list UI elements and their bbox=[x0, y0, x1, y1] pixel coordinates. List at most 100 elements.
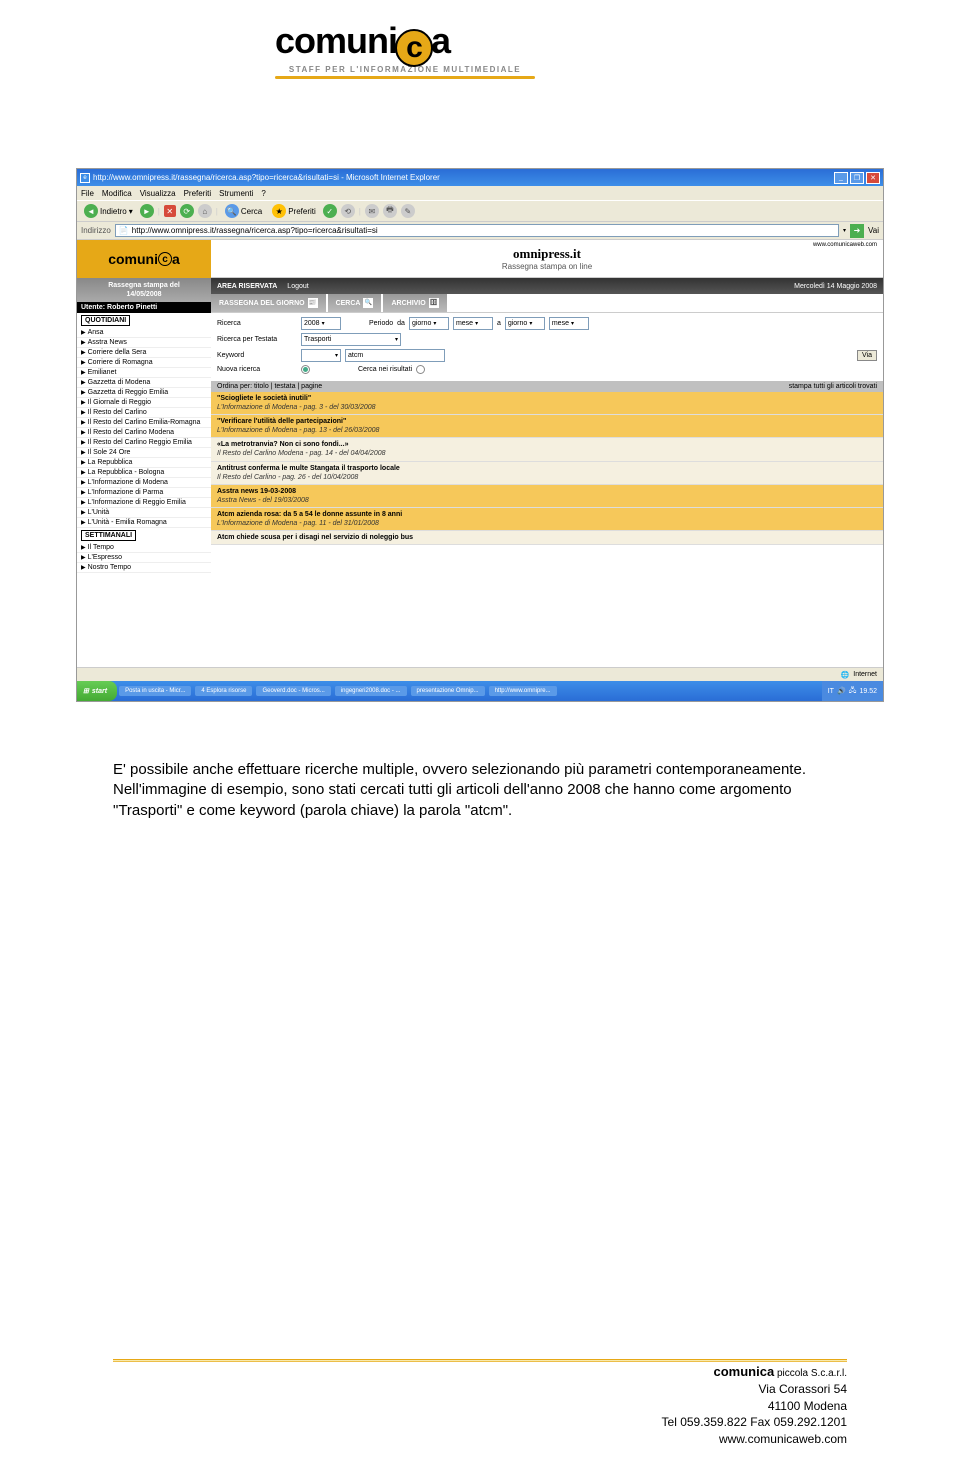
forward-icon[interactable]: ► bbox=[140, 204, 154, 218]
lang-indicator[interactable]: IT bbox=[828, 688, 834, 695]
result-row[interactable]: Atcm azienda rosa: da 5 a 54 le donne as… bbox=[211, 508, 883, 531]
stampa-link[interactable]: stampa tutti gli articoli trovati bbox=[789, 383, 877, 390]
select-keyword-mode[interactable]: ▾ bbox=[301, 349, 341, 362]
mail-icon[interactable]: ✉ bbox=[365, 204, 379, 218]
select-anno[interactable]: 2008▾ bbox=[301, 317, 341, 330]
triangle-icon: ▶ bbox=[81, 329, 86, 336]
sidebar-item[interactable]: ▶ Corriere della Sera bbox=[77, 348, 211, 358]
triangle-icon: ▶ bbox=[81, 429, 86, 436]
logo-left: comuni bbox=[275, 20, 397, 61]
sidebar-item[interactable]: ▶ Il Resto del Carlino Reggio Emilia bbox=[77, 438, 211, 448]
history-icon[interactable]: ⟲ bbox=[341, 204, 355, 218]
radio-nuova[interactable] bbox=[301, 365, 310, 374]
result-row[interactable]: «La metrotranvia? Non ci sono fondi...»I… bbox=[211, 438, 883, 461]
sidebar-item[interactable]: ▶ Il Resto del Carlino Emilia-Romagna bbox=[77, 418, 211, 428]
maximize-button[interactable]: ❐ bbox=[850, 172, 864, 184]
taskbar-item[interactable]: 4 Esplora risorse bbox=[195, 686, 252, 696]
category-quotidiani[interactable]: QUOTIDIANI bbox=[81, 315, 130, 326]
taskbar-item[interactable]: ingegneri2008.doc - ... bbox=[335, 686, 407, 696]
para-line2: Nell'immagine di esempio, sono stati cer… bbox=[113, 781, 792, 818]
taskbar-item[interactable]: Geoverd.doc - Micros... bbox=[256, 686, 330, 696]
back-button[interactable]: ◄Indietro ▾ bbox=[81, 203, 136, 219]
sidebar-item[interactable]: ▶ Il Giornale di Reggio bbox=[77, 398, 211, 408]
edit-icon[interactable]: ✎ bbox=[401, 204, 415, 218]
taskbar-item[interactable]: Posta in uscita - Micr... bbox=[119, 686, 191, 696]
systray: IT 🔊 🖧 19.52 bbox=[822, 681, 883, 701]
ordina-label[interactable]: Ordina per: titolo | testata | pagine bbox=[217, 383, 322, 390]
select-testata[interactable]: Trasporti▾ bbox=[301, 333, 401, 346]
sidebar-item[interactable]: ▶ Il Resto del Carlino bbox=[77, 408, 211, 418]
menu-visualizza[interactable]: Visualizza bbox=[140, 189, 176, 198]
sidebar-item[interactable]: ▶ Emilianet bbox=[77, 368, 211, 378]
earth-icon: 🌐 bbox=[841, 671, 850, 679]
tray-icon[interactable]: 🖧 bbox=[849, 686, 857, 697]
clock: 19.52 bbox=[859, 688, 877, 695]
menu-help[interactable]: ? bbox=[261, 189, 265, 198]
footer-web: www.comunicaweb.com bbox=[662, 1431, 847, 1448]
result-row[interactable]: "Sciogliete le società inutili"L'Informa… bbox=[211, 392, 883, 415]
minimize-button[interactable]: _ bbox=[834, 172, 848, 184]
ie-titlebar: e http://www.omnipress.it/rassegna/ricer… bbox=[77, 169, 883, 186]
home-icon[interactable]: ⌂ bbox=[198, 204, 212, 218]
omnipress-tagline: Rassegna stampa on line bbox=[502, 262, 592, 271]
ie-menubar: File Modifica Visualizza Preferiti Strum… bbox=[77, 186, 883, 200]
result-row[interactable]: Antitrust conferma le multe Stangata il … bbox=[211, 462, 883, 485]
result-row[interactable]: Atcm chiede scusa per i disagi nel servi… bbox=[211, 531, 883, 545]
close-button[interactable]: ✕ bbox=[866, 172, 880, 184]
triangle-icon: ▶ bbox=[81, 479, 86, 486]
refresh-icon[interactable]: ⟳ bbox=[180, 204, 194, 218]
sidebar-item[interactable]: ▶ La Repubblica - Bologna bbox=[77, 468, 211, 478]
menu-file[interactable]: File bbox=[81, 189, 94, 198]
sidebar-item[interactable]: ▶ L'Informazione di Modena bbox=[77, 478, 211, 488]
footer-tel: Tel 059.359.822 Fax 059.292.1201 bbox=[662, 1414, 847, 1431]
address-input[interactable]: 📄 http://www.omnipress.it/rassegna/ricer… bbox=[115, 224, 839, 237]
sidebar-item[interactable]: ▶ Il Sole 24 Ore bbox=[77, 448, 211, 458]
category-settimanali[interactable]: SETTIMANALI bbox=[81, 530, 136, 541]
via-button[interactable]: Via bbox=[857, 350, 877, 361]
taskbar-item[interactable]: http://www.omnipre... bbox=[489, 686, 557, 696]
start-button[interactable]: ⊞ start bbox=[77, 681, 117, 701]
menu-preferiti[interactable]: Preferiti bbox=[184, 189, 212, 198]
sidebar-item[interactable]: ▶ Gazzetta di Reggio Emilia bbox=[77, 388, 211, 398]
input-keyword[interactable]: atcm bbox=[345, 349, 445, 362]
favorites-button[interactable]: ★Preferiti bbox=[269, 203, 319, 219]
page-icon: 📄 bbox=[119, 226, 129, 235]
sidebar-item[interactable]: ▶ La Repubblica bbox=[77, 458, 211, 468]
select-da-giorno[interactable]: giorno▾ bbox=[409, 317, 449, 330]
sidebar-item[interactable]: ▶ L'Unità - Emilia Romagna bbox=[77, 518, 211, 528]
sidebar-item[interactable]: ▶ Il Resto del Carlino Modena bbox=[77, 428, 211, 438]
menu-modifica[interactable]: Modifica bbox=[102, 189, 132, 198]
taskbar-item[interactable]: presentazione Omnip... bbox=[411, 686, 485, 696]
print-icon[interactable]: 🖶 bbox=[383, 204, 397, 218]
select-a-mese[interactable]: mese▾ bbox=[549, 317, 589, 330]
sidebar-item[interactable]: ▶ L'Informazione di Reggio Emilia bbox=[77, 498, 211, 508]
sidebar-item[interactable]: ▶ L'Informazione di Parma bbox=[77, 488, 211, 498]
sidebar-item[interactable]: ▶ Nostro Tempo bbox=[77, 563, 211, 573]
logout-link[interactable]: Logout bbox=[287, 283, 308, 290]
media-icon[interactable]: ✓ bbox=[323, 204, 337, 218]
sidebar-item[interactable]: ▶ Corriere di Romagna bbox=[77, 358, 211, 368]
stop-icon[interactable]: ✕ bbox=[164, 205, 176, 217]
result-row[interactable]: Asstra news 19-03-2008Asstra News - del … bbox=[211, 485, 883, 508]
select-da-mese[interactable]: mese▾ bbox=[453, 317, 493, 330]
radio-nei[interactable] bbox=[416, 365, 425, 374]
sidebar-item[interactable]: ▶ L'Unità bbox=[77, 508, 211, 518]
results-header: Ordina per: titolo | testata | pagine st… bbox=[211, 381, 883, 392]
menu-strumenti[interactable]: Strumenti bbox=[219, 189, 253, 198]
cerca-icon: 🔍 bbox=[363, 298, 373, 308]
address-label: Indirizzo bbox=[81, 226, 111, 235]
select-a-giorno[interactable]: giorno▾ bbox=[505, 317, 545, 330]
tab-rassegna[interactable]: RASSEGNA DEL GIORNO📰 bbox=[211, 294, 326, 312]
go-button[interactable]: ➜ bbox=[850, 224, 864, 238]
result-row[interactable]: "Verificare l'utilità delle partecipazio… bbox=[211, 415, 883, 438]
tray-icon[interactable]: 🔊 bbox=[837, 687, 846, 695]
sidebar-item[interactable]: ▶ L'Espresso bbox=[77, 553, 211, 563]
sidebar-item[interactable]: ▶ Il Tempo bbox=[77, 543, 211, 553]
sidebar-item[interactable]: ▶ Ansa bbox=[77, 328, 211, 338]
triangle-icon: ▶ bbox=[81, 339, 86, 346]
tab-cerca[interactable]: CERCA🔍 bbox=[328, 294, 382, 312]
sidebar-item[interactable]: ▶ Gazzetta di Modena bbox=[77, 378, 211, 388]
tab-archivio[interactable]: ARCHIVIO🗄 bbox=[383, 294, 446, 312]
sidebar-item[interactable]: ▶ Asstra News bbox=[77, 338, 211, 348]
search-button[interactable]: 🔍Cerca bbox=[222, 203, 265, 219]
